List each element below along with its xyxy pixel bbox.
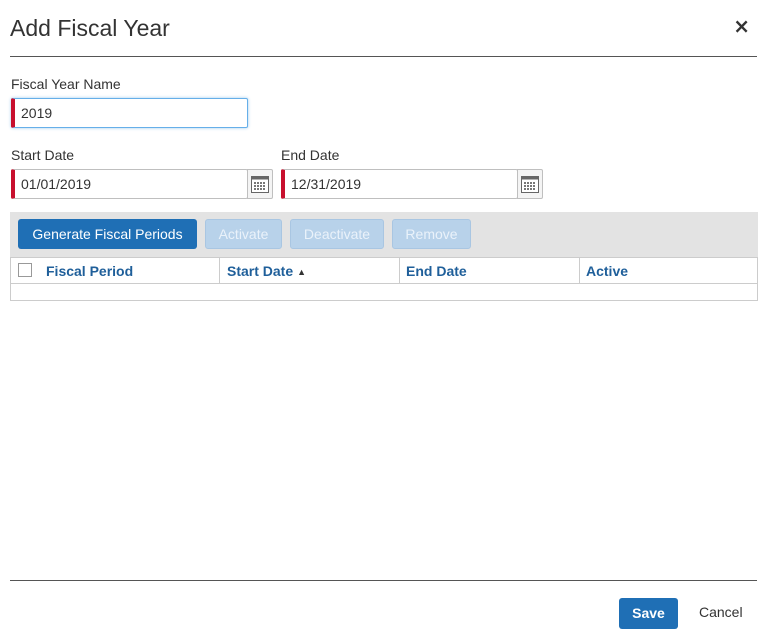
dialog-title: Add Fiscal Year (10, 15, 170, 41)
grid-header: Fiscal Period Start Date ▲ End Date Activ… (11, 257, 757, 284)
column-header-start-date-label: Start Date (227, 263, 294, 279)
end-date-label: End Date (281, 147, 340, 163)
fiscal-year-name-input[interactable]: 2019 (11, 98, 248, 128)
column-divider (219, 258, 220, 284)
remove-button[interactable]: Remove (392, 219, 471, 249)
select-all-checkbox[interactable] (18, 263, 32, 277)
column-header-active[interactable]: Active (586, 258, 628, 284)
close-icon[interactable]: × (733, 14, 750, 38)
column-divider (399, 258, 400, 284)
calendar-icon (521, 176, 539, 193)
column-divider (579, 258, 580, 284)
activate-button[interactable]: Activate (205, 219, 282, 249)
start-date-input[interactable]: 01/01/2019 (11, 169, 248, 199)
cancel-button[interactable]: Cancel (699, 604, 743, 620)
grid-toolbar: Generate Fiscal Periods Activate Deactiv… (10, 212, 758, 257)
column-header-fiscal-period[interactable]: Fiscal Period (46, 258, 133, 284)
calendar-icon (251, 176, 269, 193)
fiscal-year-name-label: Fiscal Year Name (11, 76, 121, 92)
column-header-end-date[interactable]: End Date (406, 258, 467, 284)
deactivate-button[interactable]: Deactivate (290, 219, 384, 249)
end-date-calendar-button[interactable] (517, 169, 543, 199)
start-date-label: Start Date (11, 147, 75, 163)
column-header-start-date[interactable]: Start Date ▲ (227, 258, 306, 284)
save-button[interactable]: Save (619, 598, 678, 629)
header-divider (10, 56, 757, 57)
fiscal-periods-grid: Fiscal Period Start Date ▲ End Date Activ… (10, 257, 758, 301)
footer-divider (10, 580, 757, 581)
sort-ascending-icon: ▲ (297, 267, 307, 277)
generate-fiscal-periods-button[interactable]: Generate Fiscal Periods (18, 219, 197, 249)
end-date-input[interactable]: 12/31/2019 (281, 169, 518, 199)
start-date-calendar-button[interactable] (247, 169, 273, 199)
